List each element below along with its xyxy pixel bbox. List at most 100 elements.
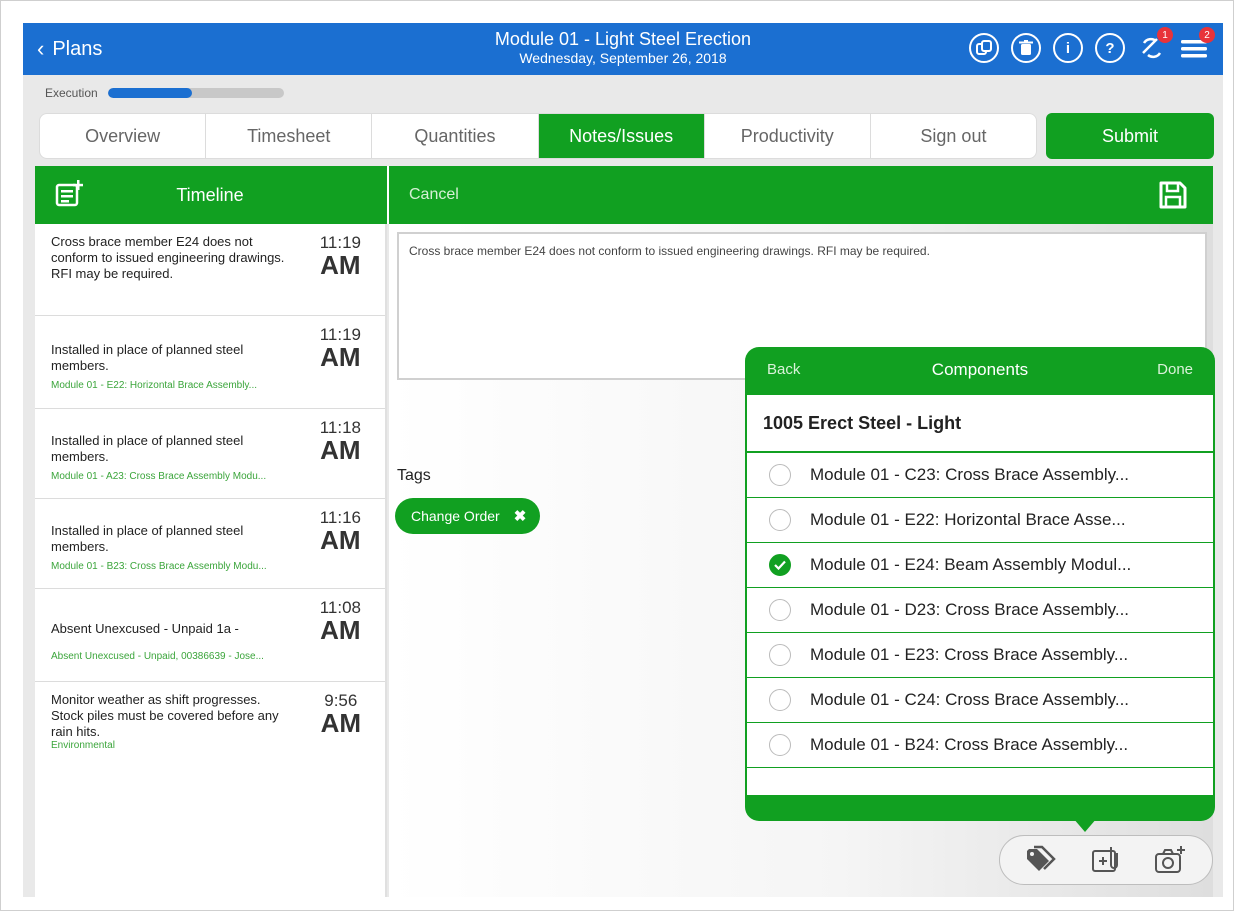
radio-unchecked-icon[interactable] bbox=[769, 599, 791, 621]
component-row[interactable]: Module 01 - C23: Cross Brace Assembly... bbox=[747, 453, 1213, 498]
camera-add-icon[interactable] bbox=[1153, 843, 1187, 877]
component-row[interactable]: Module 01 - B24: Cross Brace Assembly... bbox=[747, 723, 1213, 768]
page-date: Wednesday, September 26, 2018 bbox=[519, 50, 727, 66]
timeline-item-subtitle: Module 01 - B23: Cross Brace Assembly Mo… bbox=[51, 561, 267, 572]
time-ampm: AM bbox=[320, 525, 361, 555]
time-ampm: AM bbox=[320, 708, 361, 738]
timeline-item-time: 11:16 AM bbox=[320, 509, 361, 555]
back-label: Plans bbox=[52, 37, 103, 60]
component-label: Module 01 - E22: Horizontal Brace Asse..… bbox=[810, 510, 1126, 529]
timeline-item-text: Cross brace member E24 does not conform … bbox=[51, 234, 285, 281]
radio-unchecked-icon[interactable] bbox=[769, 509, 791, 531]
menu-badge: 2 bbox=[1199, 27, 1215, 43]
timeline-item[interactable]: Installed in place of planned steel memb… bbox=[35, 316, 385, 409]
timeline-item-subtitle: Environmental bbox=[51, 740, 115, 751]
tab-productivity[interactable]: Productivity bbox=[705, 114, 871, 158]
timeline-item-text: Installed in place of planned steel memb… bbox=[51, 433, 244, 464]
tab-quantities[interactable]: Quantities bbox=[372, 114, 539, 158]
component-label: Module 01 - E24: Beam Assembly Modul... bbox=[810, 555, 1132, 574]
timeline-item[interactable]: Absent Unexcused - Unpaid 1a - Absent Un… bbox=[35, 589, 385, 682]
timeline-item[interactable]: Monitor weather as shift progresses. Sto… bbox=[35, 682, 385, 777]
time-ampm: AM bbox=[320, 342, 361, 372]
tag-chip-label: Change Order bbox=[411, 508, 500, 524]
timeline-item[interactable]: Installed in place of planned steel memb… bbox=[35, 499, 385, 589]
panel-header-bar: Timeline Cancel bbox=[35, 166, 1213, 224]
component-label: Module 01 - B24: Cross Brace Assembly... bbox=[810, 735, 1129, 754]
timeline-item-time: 11:19 AM bbox=[320, 326, 361, 372]
tab-bar: Overview Timesheet Quantities Notes/Issu… bbox=[39, 113, 1037, 159]
timeline-item-subtitle: Module 01 - A23: Cross Brace Assembly Mo… bbox=[51, 471, 267, 482]
timeline-item[interactable]: Cross brace member E24 does not conform … bbox=[35, 224, 385, 316]
timeline-item-time: 11:08 AM bbox=[320, 599, 361, 645]
tags-label: Tags bbox=[397, 467, 431, 484]
timeline-item-text: Installed in place of planned steel memb… bbox=[51, 523, 244, 554]
sync-badge: 1 bbox=[1157, 27, 1173, 43]
timeline-item-text: Monitor weather as shift progresses. Sto… bbox=[51, 692, 279, 739]
popover-arrow bbox=[1073, 818, 1097, 832]
copy-icon[interactable] bbox=[969, 33, 999, 63]
component-label: Module 01 - E23: Cross Brace Assembly... bbox=[810, 645, 1129, 664]
timeline-list: Cross brace member E24 does not conform … bbox=[35, 224, 387, 897]
remove-tag-icon[interactable]: ✖ bbox=[514, 507, 527, 525]
submit-button[interactable]: Submit bbox=[1046, 113, 1214, 159]
popover-title: Components bbox=[931, 360, 1029, 379]
cancel-button[interactable]: Cancel bbox=[409, 186, 459, 204]
info-icon[interactable]: i bbox=[1053, 33, 1083, 63]
top-nav-bar: ‹ Plans Module 01 - Light Steel Erection… bbox=[23, 23, 1223, 75]
time-ampm: AM bbox=[320, 250, 361, 280]
tab-timesheet[interactable]: Timesheet bbox=[206, 114, 373, 158]
timeline-item-time: 11:18 AM bbox=[320, 419, 361, 465]
tab-overview[interactable]: Overview bbox=[40, 114, 207, 158]
radio-unchecked-icon[interactable] bbox=[769, 689, 791, 711]
tag-chip[interactable]: Change Order ✖ bbox=[395, 498, 541, 534]
component-row[interactable]: Module 01 - C24: Cross Brace Assembly... bbox=[747, 678, 1213, 723]
radio-unchecked-icon[interactable] bbox=[769, 734, 791, 756]
time-ampm: AM bbox=[320, 435, 361, 465]
popover-done-button[interactable]: Done bbox=[1157, 361, 1193, 378]
timeline-item-subtitle: Module 01 - E22: Horizontal Brace Assemb… bbox=[51, 380, 258, 391]
top-icons: i ? 1 2 bbox=[969, 27, 1215, 63]
page-title: Module 01 - Light Steel Erection bbox=[494, 29, 752, 49]
execution-progress: Execution bbox=[45, 86, 284, 100]
timeline-item-time: 11:19 AM bbox=[320, 234, 361, 280]
component-row[interactable]: Module 01 - E22: Horizontal Brace Asse..… bbox=[747, 498, 1213, 543]
component-label: Module 01 - C24: Cross Brace Assembly... bbox=[810, 690, 1130, 709]
timeline-title: Timeline bbox=[176, 185, 244, 205]
help-icon[interactable]: ? bbox=[1095, 33, 1125, 63]
back-to-plans-button[interactable]: ‹ Plans bbox=[37, 35, 102, 63]
tab-notes-issues[interactable]: Notes/Issues bbox=[538, 114, 705, 158]
screenshot-frame: ‹ Plans Module 01 - Light Steel Erection… bbox=[0, 0, 1234, 911]
component-row[interactable]: Module 01 - D23: Cross Brace Assembly... bbox=[747, 588, 1213, 633]
component-row[interactable]: Module 01 - E23: Cross Brace Assembly... bbox=[747, 633, 1213, 678]
time-ampm: AM bbox=[320, 615, 361, 645]
chevron-left-icon: ‹ bbox=[37, 36, 45, 61]
tag-icon[interactable] bbox=[1025, 843, 1059, 877]
components-popover: Back Components Done 1005 Erect Steel - … bbox=[745, 347, 1215, 821]
menu-icon[interactable]: 2 bbox=[1179, 27, 1215, 63]
timeline-item-subtitle: Absent Unexcused - Unpaid, 00386639 - Jo… bbox=[51, 651, 264, 662]
header-divider bbox=[387, 166, 389, 224]
radio-unchecked-icon[interactable] bbox=[769, 644, 791, 666]
timeline-item[interactable]: Installed in place of planned steel memb… bbox=[35, 409, 385, 499]
radio-checked-icon[interactable] bbox=[769, 554, 791, 576]
popover-header: Back Components Done bbox=[745, 347, 1215, 393]
save-icon[interactable] bbox=[1159, 180, 1187, 210]
timeline-item-time: 9:56 AM bbox=[320, 692, 361, 738]
execution-track bbox=[107, 88, 284, 98]
title-block: Module 01 - Light Steel Erection Wednesd… bbox=[403, 28, 843, 67]
timeline-item-text: Installed in place of planned steel memb… bbox=[51, 342, 244, 373]
app-screen: ‹ Plans Module 01 - Light Steel Erection… bbox=[23, 23, 1223, 897]
action-bar bbox=[999, 835, 1213, 885]
timeline-item-text: Absent Unexcused - Unpaid 1a - bbox=[51, 621, 239, 636]
component-group-title: 1005 Erect Steel - Light bbox=[747, 395, 1213, 453]
trash-icon[interactable] bbox=[1011, 33, 1041, 63]
attach-icon[interactable] bbox=[1089, 843, 1123, 877]
sync-icon[interactable]: 1 bbox=[1137, 27, 1173, 63]
component-label: Module 01 - C23: Cross Brace Assembly... bbox=[810, 465, 1130, 484]
component-row[interactable]: Module 01 - E24: Beam Assembly Modul... bbox=[747, 543, 1213, 588]
tab-sign-out[interactable]: Sign out bbox=[871, 114, 1036, 158]
execution-label: Execution bbox=[45, 86, 98, 100]
components-list: 1005 Erect Steel - Light Module 01 - C23… bbox=[747, 395, 1213, 795]
radio-unchecked-icon[interactable] bbox=[769, 464, 791, 486]
component-label: Module 01 - D23: Cross Brace Assembly... bbox=[810, 600, 1130, 619]
